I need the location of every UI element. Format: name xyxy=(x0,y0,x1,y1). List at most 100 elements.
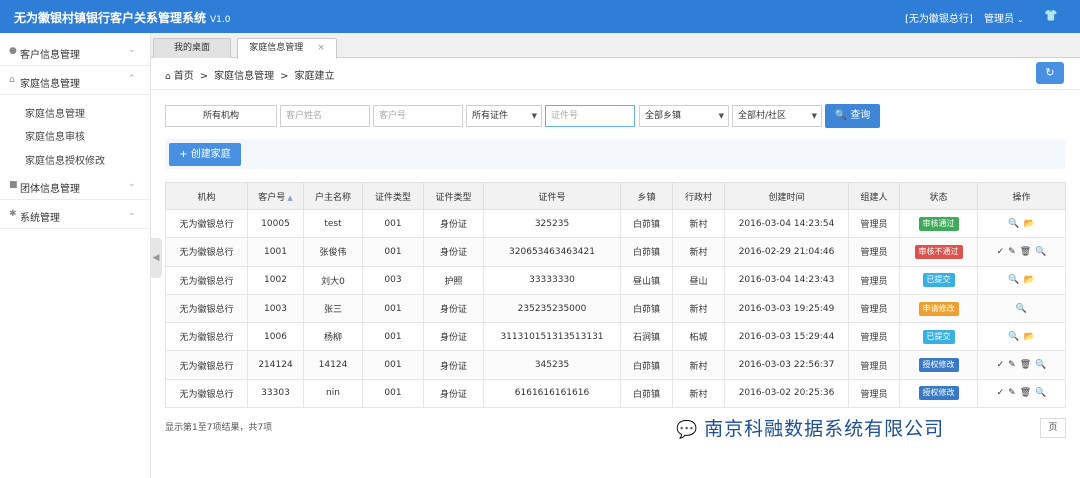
view-icon[interactable]: 🔍 xyxy=(1016,304,1027,314)
cell-village: 新村 xyxy=(672,208,725,239)
watermark-text: 南京科融数据系统有限公司 xyxy=(704,418,945,440)
approve-icon[interactable]: ✓ xyxy=(997,360,1005,370)
divider xyxy=(151,89,1080,90)
village-select-value: 全部村/社区 xyxy=(738,111,787,121)
village-select[interactable]: 全部村/社区 ▼ xyxy=(732,105,822,127)
col-header[interactable]: 组建人 xyxy=(848,182,900,210)
table-row[interactable]: 无为徽银总行 214124 14124 001 身份证 345235 白茆镇 新村 2016-0… xyxy=(165,350,1066,380)
status-badge: 申请修改 xyxy=(918,301,959,316)
user-menu[interactable]: 管理员 ⌄ xyxy=(984,10,1024,25)
sidebar-item-family[interactable]: ⌂ 家庭信息管理 ⌃ xyxy=(0,67,150,95)
table-row[interactable]: 无为徽银总行 1006 杨柳 001 身份证 311310151313513131 石涧镇柘… xyxy=(165,322,1066,352)
delete-icon[interactable]: 🗑 xyxy=(1020,360,1031,370)
delete-icon[interactable]: 🗑 xyxy=(1020,247,1031,257)
edit-icon[interactable]: ✎ xyxy=(1008,247,1016,257)
col-header[interactable]: 创建时间 xyxy=(724,182,849,210)
cell-org: 无为徽银总行 xyxy=(165,293,248,324)
sidebar-collapse-handle[interactable]: ◀ xyxy=(150,238,162,278)
create-family-button[interactable]: + 创建家庭 xyxy=(169,143,241,166)
col-header[interactable]: 状态 xyxy=(899,182,978,210)
refresh-button[interactable]: ↻ xyxy=(1036,62,1064,84)
table-row[interactable]: 无为徽银总行 33303 nin 001 身份证 6161616161616 白茆镇 新村 20… xyxy=(165,378,1066,409)
col-header[interactable]: 证件类型 xyxy=(423,182,484,210)
cell-town: 白茆镇 xyxy=(620,378,673,409)
status-badge: 审核通过 xyxy=(918,216,959,231)
cell-town: 白茆镇 xyxy=(620,208,673,239)
cell-actions: ✓ ✎ 🗑 🔍 xyxy=(977,378,1066,409)
sidebar-sub-family-review[interactable]: 家庭信息审核 xyxy=(25,128,85,143)
edit-icon[interactable]: ✎ xyxy=(1008,360,1016,370)
cell-idno: 320653463463421 xyxy=(483,237,621,267)
id-type-select-value: 所有证件 xyxy=(472,111,509,121)
folder-icon[interactable]: 📂 xyxy=(1024,332,1035,342)
dropdown-icon: ▼ xyxy=(531,112,537,120)
cell-time: 2016-03-04 14:23:54 xyxy=(724,208,849,239)
cell-status: 已提交 xyxy=(899,322,978,352)
approve-icon[interactable]: ✓ xyxy=(997,388,1005,398)
cell-actions: 🔍 📂 xyxy=(977,322,1066,352)
cell-creator: 管理员 xyxy=(848,265,900,295)
cell-time: 2016-02-29 21:04:46 xyxy=(724,237,849,267)
table-row[interactable]: 无为徽银总行 1003 张三 001 身份证 235235235000 白茆镇 新村 2016-… xyxy=(165,293,1066,324)
tab-desktop[interactable]: 我的桌面 xyxy=(153,38,231,58)
breadcrumb-family-manage[interactable]: 家庭信息管理 xyxy=(214,71,274,82)
town-select[interactable]: 全部乡镇 ▼ xyxy=(639,105,729,127)
folder-icon[interactable]: 📂 xyxy=(1024,275,1035,285)
cell-org: 无为徽银总行 xyxy=(165,322,248,352)
sidebar-item-customer[interactable]: ● 客户信息管理 ⌄ xyxy=(0,38,150,66)
status-badge: 授权修改 xyxy=(918,358,959,373)
cell-org: 无为徽银总行 xyxy=(165,208,248,239)
sidebar-sub-family-auth[interactable]: 家庭信息授权修改 xyxy=(25,152,105,167)
breadcrumb-home[interactable]: 首页 xyxy=(174,71,194,82)
delete-icon[interactable]: 🗑 xyxy=(1020,388,1031,398)
dropdown-icon: ▼ xyxy=(811,112,817,120)
edit-icon[interactable]: ✎ xyxy=(1008,388,1016,398)
view-icon[interactable]: 🔍 xyxy=(1035,360,1046,370)
customer-name-input[interactable]: 客户姓名 xyxy=(280,105,370,127)
app-title-text: 无为徽银村镇银行客户关系管理系统 xyxy=(14,11,207,25)
cell-cid: 1003 xyxy=(247,293,304,324)
pager-button[interactable]: 页 xyxy=(1040,418,1066,438)
col-header[interactable]: 机构 xyxy=(165,182,248,210)
cell-code: 001 xyxy=(362,350,424,380)
tab-family-manage[interactable]: 家庭信息管理 × xyxy=(237,38,337,59)
col-header[interactable]: 户主名称 xyxy=(303,182,363,210)
view-icon[interactable]: 🔍 xyxy=(1035,388,1046,398)
cell-status: 授权修改 xyxy=(899,350,978,380)
table-row[interactable]: 无为徽银总行 10005 test 001 身份证 325235 白茆镇 新村 2016-03-… xyxy=(165,208,1066,239)
col-header[interactable]: 乡镇 xyxy=(620,182,673,210)
close-icon[interactable]: × xyxy=(317,43,325,53)
sidebar-item-system[interactable]: ✱ 系统管理 ⌄ xyxy=(0,201,150,229)
org-filter-button[interactable]: 所有机构 xyxy=(165,105,277,127)
col-header[interactable]: 证件号 xyxy=(483,182,621,210)
cell-creator: 管理员 xyxy=(848,350,900,380)
sidebar-sub-family-manage[interactable]: 家庭信息管理 xyxy=(25,105,85,120)
search-button[interactable]: 🔍 查询 xyxy=(825,104,880,128)
id-type-select[interactable]: 所有证件 ▼ xyxy=(466,105,542,127)
search-button-label: 查询 xyxy=(850,110,871,121)
customer-id-input[interactable]: 客户号 xyxy=(373,105,463,127)
cell-org: 无为徽银总行 xyxy=(165,265,248,295)
id-number-input[interactable]: 证件号 xyxy=(545,105,635,127)
cell-idno: 311310151313513131 xyxy=(483,322,621,352)
view-icon[interactable]: 🔍 xyxy=(1008,275,1019,285)
view-icon[interactable]: 🔍 xyxy=(1035,247,1046,257)
cell-org: 无为徽银总行 xyxy=(165,378,248,409)
folder-icon[interactable]: 📂 xyxy=(1024,219,1035,229)
col-header[interactable]: 客户号 ▲ xyxy=(247,182,304,210)
cell-time: 2016-03-03 22:56:37 xyxy=(724,350,849,380)
cell-status: 授权修改 xyxy=(899,378,978,409)
col-header[interactable]: 行政村 xyxy=(672,182,725,210)
cell-time: 2016-03-02 20:25:36 xyxy=(724,378,849,409)
view-icon[interactable]: 🔍 xyxy=(1008,219,1019,229)
table-row[interactable]: 无为徽银总行 1001 张俊伟 001 身份证 320653463463421 白茆镇 新村 2… xyxy=(165,237,1066,267)
table-row[interactable]: 无为徽银总行 1002 刘大0 003 护照 33333330 昼山镇 昼山 2016-03-0… xyxy=(165,265,1066,295)
col-header[interactable]: 证件类型 xyxy=(362,182,424,210)
view-icon[interactable]: 🔍 xyxy=(1008,332,1019,342)
cell-village: 昼山 xyxy=(672,265,725,295)
cell-org: 无为徽银总行 xyxy=(165,350,248,380)
approve-icon[interactable]: ✓ xyxy=(997,247,1005,257)
sidebar-item-group[interactable]: ■ 团体信息管理 ⌄ xyxy=(0,172,150,200)
cell-idno: 6161616161616 xyxy=(483,378,621,409)
skin-icon[interactable]: 👕 xyxy=(1044,9,1058,22)
